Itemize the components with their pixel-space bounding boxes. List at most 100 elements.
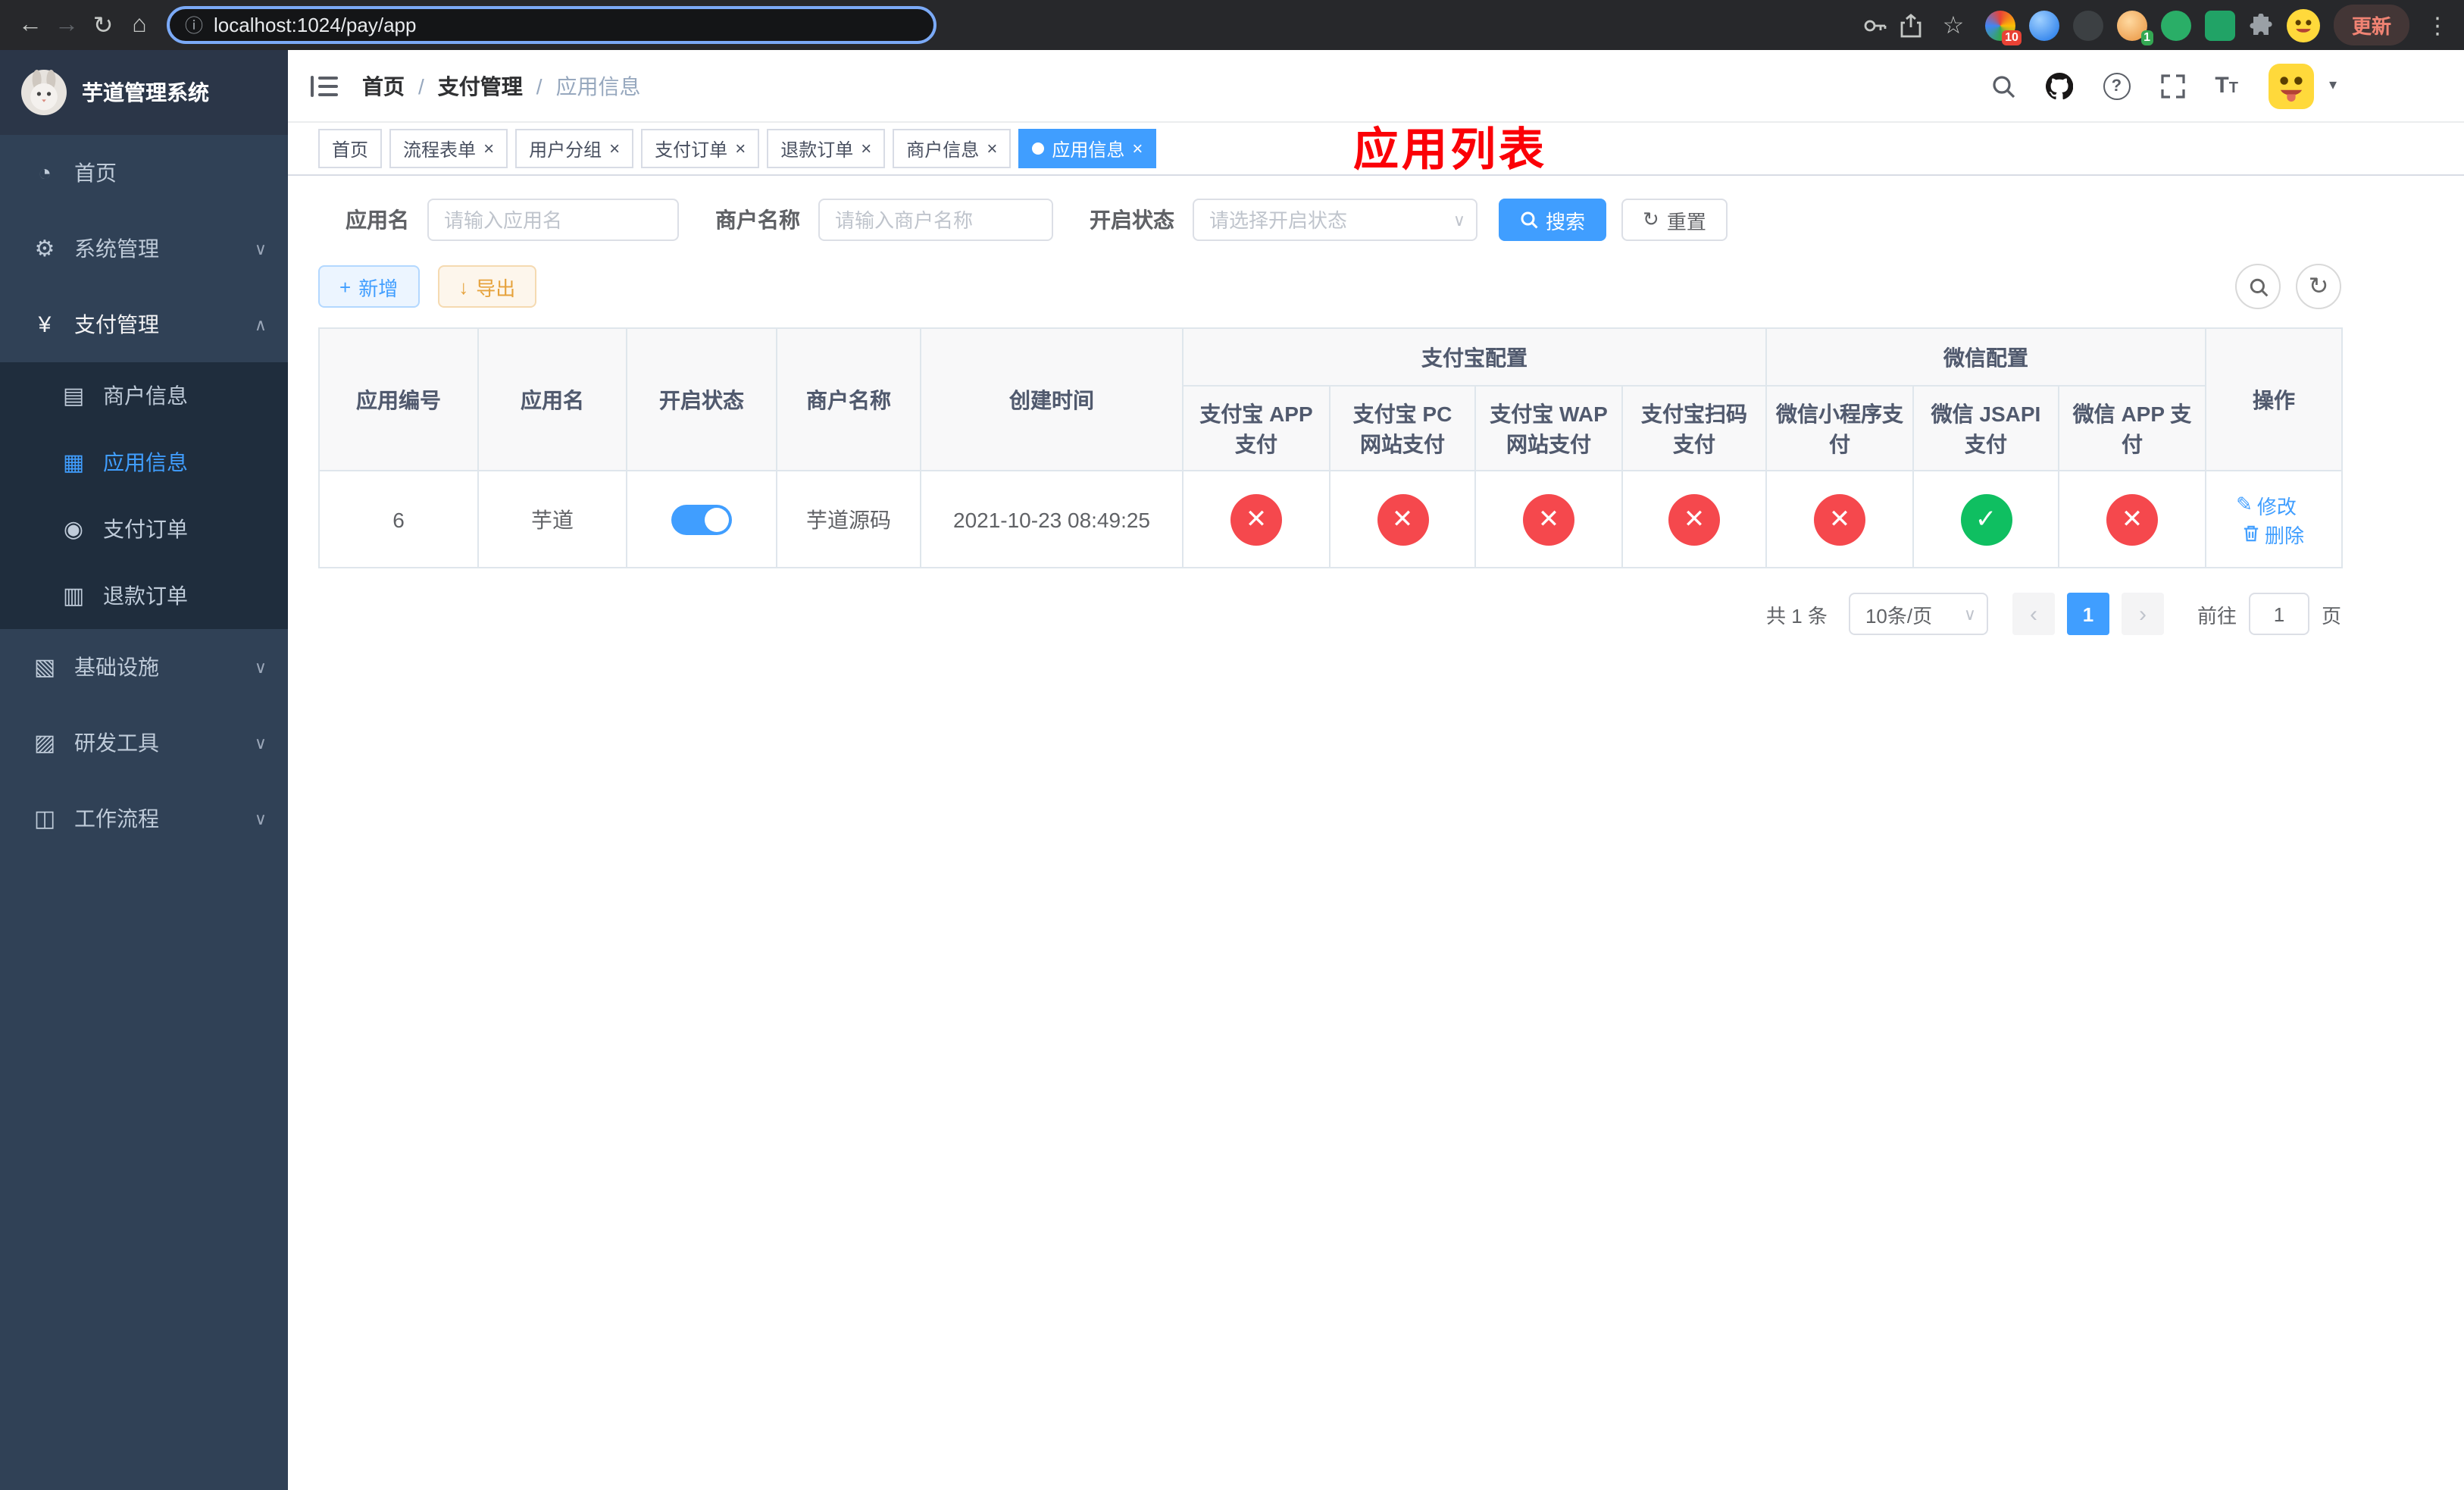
- extension-avatar-icon[interactable]: 1: [2116, 10, 2153, 45]
- col-merchant: 商户名称: [776, 327, 921, 471]
- hamburger-icon[interactable]: [311, 74, 338, 98]
- tab-label: 流程表单: [403, 139, 477, 160]
- breadcrumb-home[interactable]: 首页: [362, 70, 405, 101]
- reset-button-label: 重置: [1666, 210, 1706, 233]
- refresh-table-button[interactable]: ↻: [2296, 264, 2341, 309]
- card-icon: ▤: [62, 383, 85, 409]
- tab-label: 商户信息: [906, 139, 980, 160]
- close-icon[interactable]: ×: [1132, 139, 1143, 158]
- site-info-icon[interactable]: ⓘ: [185, 12, 203, 38]
- share-icon[interactable]: [1900, 13, 1921, 37]
- chevron-down-icon[interactable]: ▾: [2329, 77, 2337, 94]
- app-name-input[interactable]: [427, 199, 679, 241]
- close-icon[interactable]: ×: [735, 139, 746, 158]
- col-wx-mini: 微信小程序支付: [1765, 385, 1914, 471]
- search-button[interactable]: 搜索: [1499, 199, 1607, 241]
- logo[interactable]: 芋道管理系统: [0, 50, 288, 135]
- refresh-icon: ↻: [1643, 208, 1659, 230]
- toggle-search-button[interactable]: [2235, 264, 2281, 309]
- cell-app-name: 芋道: [477, 470, 627, 568]
- tab-home[interactable]: 首页: [318, 129, 383, 168]
- browser-reload-icon[interactable]: ↻: [85, 7, 121, 43]
- page-1-button[interactable]: 1: [2066, 593, 2109, 635]
- tab-label: 支付订单: [655, 139, 728, 160]
- status-select-input[interactable]: [1193, 199, 1477, 241]
- extensions-puzzle-icon[interactable]: [2249, 13, 2273, 37]
- close-icon[interactable]: ×: [483, 139, 494, 158]
- bookmark-star-icon[interactable]: ☆: [1935, 7, 1972, 43]
- help-icon[interactable]: ?: [2103, 72, 2131, 99]
- tab-refund-order[interactable]: 退款订单 ×: [767, 129, 886, 168]
- next-page-button[interactable]: ›: [2121, 593, 2164, 635]
- delete-link[interactable]: 删除: [2244, 519, 2304, 548]
- close-icon[interactable]: ×: [609, 139, 620, 158]
- status-toggle[interactable]: [671, 504, 732, 534]
- font-size-icon[interactable]: TT: [2215, 73, 2238, 99]
- extension-blue-drop-icon[interactable]: [2028, 10, 2059, 40]
- tab-label: 首页: [332, 139, 369, 160]
- toolbox-icon: ▨: [33, 731, 56, 756]
- sidebar-item-label: 商户信息: [103, 383, 188, 408]
- browser-forward-icon[interactable]: →: [48, 7, 85, 43]
- merchant-name-input[interactable]: [818, 199, 1053, 241]
- cell-alipay-wap: ✕: [1474, 470, 1623, 568]
- status-select[interactable]: ∨: [1193, 199, 1477, 241]
- fullscreen-icon[interactable]: [2160, 74, 2184, 98]
- sidebar-item-refund-order[interactable]: ▥ 退款订单: [0, 562, 288, 629]
- tab-app-info[interactable]: 应用信息 ×: [1018, 129, 1157, 168]
- tab-user-group[interactable]: 用户分组 ×: [515, 129, 634, 168]
- profile-avatar-icon[interactable]: [2286, 8, 2320, 42]
- sidebar-item-infra[interactable]: ▧ 基础设施 ∨: [0, 629, 288, 705]
- sidebar-item-workflow[interactable]: ◫ 工作流程 ∨: [0, 781, 288, 856]
- page-size-select[interactable]: ∨: [1848, 593, 1988, 635]
- browser-home-icon[interactable]: ⌂: [121, 7, 158, 43]
- sidebar-item-payment[interactable]: ¥ 支付管理 ∧: [0, 286, 288, 362]
- tab-pay-order[interactable]: 支付订单 ×: [641, 129, 760, 168]
- sidebar-item-app-info[interactable]: ▦ 应用信息: [0, 429, 288, 496]
- total-count: 共 1 条: [1766, 604, 1828, 627]
- add-button-label: 新增: [358, 277, 399, 299]
- table-row: 6 芋道 芋道源码 2021-10-23 08:49:25 ✕ ✕ ✕ ✕ ✕ …: [318, 470, 2343, 568]
- reset-button[interactable]: ↻ 重置: [1621, 199, 1728, 241]
- sidebar-item-home[interactable]: ◔ 首页: [0, 135, 288, 211]
- plus-icon: +: [339, 275, 352, 298]
- github-icon[interactable]: [2045, 72, 2073, 99]
- extension-dark-icon[interactable]: [2072, 10, 2103, 40]
- page-size-input[interactable]: [1848, 593, 1988, 635]
- prev-page-button[interactable]: ‹: [2012, 593, 2055, 635]
- add-button[interactable]: + 新增: [318, 265, 420, 308]
- status-label: 开启状态: [1090, 208, 1174, 232]
- status-cross-icon: ✕: [1668, 493, 1720, 545]
- goto-page-input[interactable]: [2248, 593, 2309, 635]
- extension-note-icon[interactable]: [2204, 10, 2235, 40]
- close-icon[interactable]: ×: [987, 139, 997, 158]
- search-icon[interactable]: [1990, 74, 2015, 98]
- password-key-icon[interactable]: [1862, 13, 1887, 37]
- app-table: 应用编号 应用名 开启状态 商户名称 创建时间 支付宝配置 微信配置 操作 支付…: [318, 327, 2343, 568]
- browser-menu-icon[interactable]: ⋮: [2423, 11, 2452, 39]
- extension-colorful-icon[interactable]: 10: [1984, 10, 2022, 45]
- close-icon[interactable]: ×: [861, 139, 871, 158]
- sidebar-item-label: 研发工具: [74, 731, 159, 755]
- avatar[interactable]: [2268, 63, 2314, 108]
- export-button[interactable]: ↓ 导出: [437, 265, 537, 308]
- address-bar[interactable]: ⓘ localhost:1024/pay/app: [167, 6, 937, 44]
- tab-process-form[interactable]: 流程表单 ×: [389, 129, 508, 168]
- sidebar-item-merchant-info[interactable]: ▤ 商户信息: [0, 362, 288, 429]
- breadcrumb-payment[interactable]: 支付管理: [438, 70, 523, 101]
- sidebar-item-pay-order[interactable]: ◉ 支付订单: [0, 496, 288, 562]
- extension-wechat-icon[interactable]: [2160, 10, 2191, 40]
- browser-back-icon[interactable]: ←: [12, 7, 48, 43]
- cell-alipay-qr: ✕: [1621, 470, 1767, 568]
- edit-link[interactable]: ✎ 修改: [2236, 490, 2297, 519]
- browser-update-button[interactable]: 更新: [2333, 5, 2409, 45]
- sidebar-item-label: 基础设施: [74, 655, 159, 679]
- filter-form: 应用名 商户名称 开启状态 ∨ 搜索 ↻ 重置: [318, 194, 2464, 246]
- merchant-name-label: 商户名称: [715, 208, 800, 232]
- col-app-id: 应用编号: [318, 327, 479, 471]
- extension-badge: 10: [2002, 30, 2022, 45]
- tab-merchant-info[interactable]: 商户信息 ×: [893, 129, 1012, 168]
- group-wechat: 微信配置: [1765, 327, 2206, 387]
- sidebar-item-system[interactable]: ⚙ 系统管理 ∨: [0, 211, 288, 286]
- sidebar-item-devtools[interactable]: ▨ 研发工具 ∨: [0, 705, 288, 781]
